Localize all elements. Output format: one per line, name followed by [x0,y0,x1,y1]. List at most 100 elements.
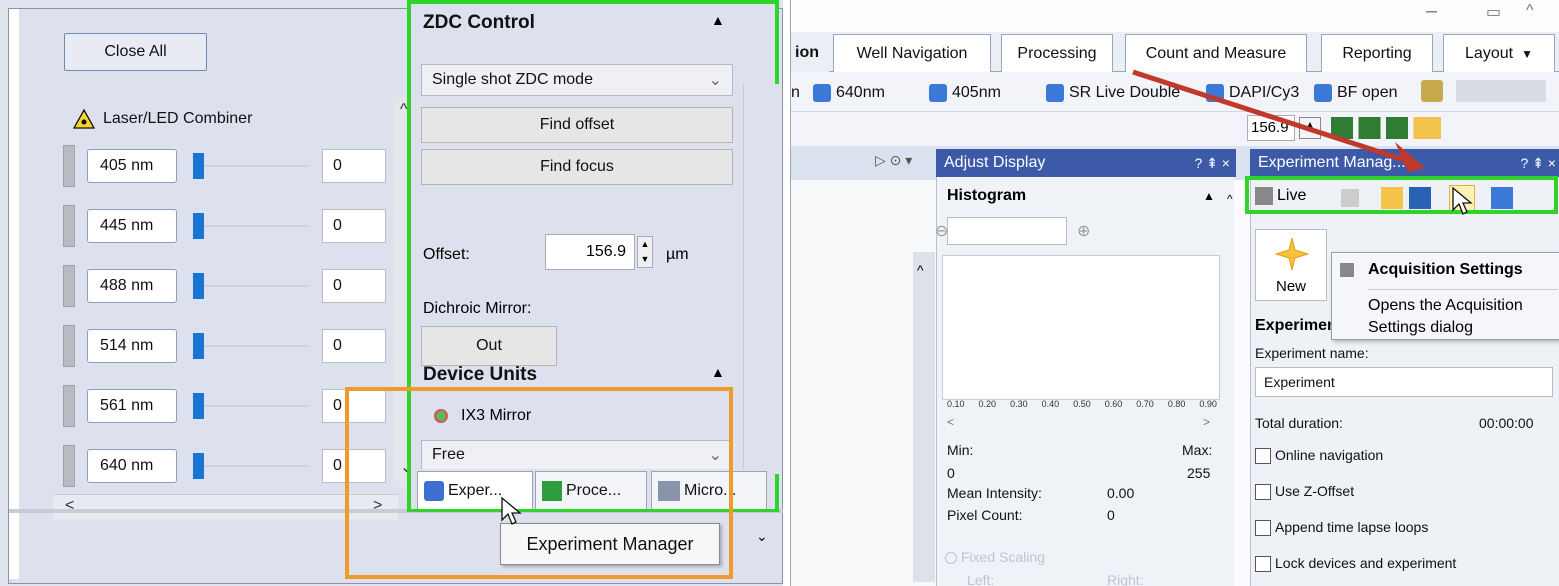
zdc-title: ZDC Control [423,12,535,33]
intensity-slider-thumb[interactable] [192,213,204,239]
histogram-tick-label: 0.90 [1199,399,1217,409]
toolbar-item-partial[interactable]: n [791,80,800,106]
experiment-manager-tooltip: Experiment Manager [500,523,720,565]
intensity-slider-track[interactable] [193,225,309,227]
zdc-mode-select[interactable]: Single shot ZDC mode ⌄ [421,64,733,96]
intensity-slider-track[interactable] [193,345,309,347]
histogram-tick-label: 0.70 [1136,399,1154,409]
intensity-slider-thumb[interactable] [192,333,204,359]
zdc-mode-value: Single shot ZDC mode [432,71,593,88]
wavelength-button[interactable]: 405 nm [87,149,177,183]
histogram-title: Histogram [947,187,1027,204]
experiment-option-checkbox[interactable]: Append time lapse loops [1255,519,1429,537]
intensity-slider-track[interactable] [193,165,309,167]
close-all-button[interactable]: Close All [64,33,207,71]
restore-icon[interactable]: ▭ [1486,2,1501,22]
collapse-up-icon[interactable]: ▲ [711,12,725,28]
experiment-option-label: Append time lapse loops [1275,519,1429,535]
intensity-slider-thumb[interactable] [192,453,204,479]
wavelength-button[interactable]: 445 nm [87,209,177,243]
left-pane-scrollbar[interactable] [913,252,935,582]
wavelength-button[interactable]: 561 nm [87,389,177,423]
scroll-down-arrow-icon[interactable]: ⌄ [756,528,768,545]
experiment-option-checkbox[interactable]: Use Z-Offset [1255,483,1354,501]
annotation-arrow-icon [1132,69,1425,172]
toolbar-item-640nm[interactable]: 640nm [813,80,885,106]
wavelength-button[interactable]: 488 nm [87,269,177,303]
experiment-option-checkbox[interactable]: Lock devices and experiment [1255,555,1456,573]
left-label: Left: [967,572,995,586]
row-handle[interactable] [63,325,75,367]
intensity-input[interactable]: 0 [322,329,386,363]
checkbox-icon[interactable] [1255,484,1271,501]
checkbox-icon[interactable] [1255,448,1271,465]
offset-input[interactable]: 156.9 [545,234,635,270]
intensity-slider-track[interactable] [193,465,309,467]
row-handle[interactable] [63,145,75,187]
tooltip-body-line1: Opens the Acquisition [1368,297,1523,314]
fixed-scaling-radio[interactable]: Fixed Scaling [945,549,1045,565]
scroll-up-arrow-icon[interactable]: ^ [917,262,924,278]
new-experiment-button[interactable]: New [1255,229,1327,301]
intensity-slider-track[interactable] [193,405,309,407]
offset-spinner[interactable]: ▲ ▼ [637,236,653,268]
dichroic-mirror-button[interactable]: Out [421,326,557,366]
intensity-input[interactable]: 0 [322,269,386,303]
tab-well-navigation[interactable]: Well Navigation [833,34,991,72]
intensity-slider-track[interactable] [193,285,309,287]
row-handle[interactable] [63,265,75,307]
laser-row: 405 nm 0 [47,145,417,189]
experiment-name-label: Experiment name: [1255,345,1369,361]
intensity-slider-thumb[interactable] [192,273,204,299]
acquisition-settings-tooltip: Acquisition Settings Opens the Acquisiti… [1331,252,1559,340]
laser-row: 445 nm 0 [47,205,417,249]
histogram-tick-label: 0.80 [1167,399,1186,409]
window-titlebar: – ▭ ^ [791,0,1559,32]
wavelength-button[interactable]: 514 nm [87,329,177,363]
max-value: 255 [1187,465,1211,481]
find-offset-button[interactable]: Find offset [421,107,733,143]
histogram-tick-label: 0.60 [1104,399,1123,409]
find-focus-button[interactable]: Find focus [421,149,733,185]
zoom-out-icon[interactable]: ⊖ [935,221,948,241]
experiment-option-checkbox[interactable]: Online navigation [1255,447,1383,465]
min-label: Min: [947,442,974,458]
zdc-scrollbar[interactable]: ⌄ [743,84,779,544]
intensity-input[interactable]: 0 [322,149,386,183]
tab-processing[interactable]: Processing [1001,34,1113,72]
checkbox-icon[interactable] [1255,556,1271,573]
checkbox-icon[interactable] [1255,520,1271,537]
histogram-tick-label: 0.30 [1010,399,1028,409]
collapse-up-icon[interactable]: ▲ [711,364,725,380]
row-handle[interactable] [63,445,75,487]
pane-controls-icon[interactable]: ? ⇞ × [1521,155,1556,172]
histogram-channel-select[interactable] [947,217,1067,245]
minimize-icon[interactable]: – [1426,0,1437,23]
min-value: 0 [947,465,955,481]
intensity-input[interactable]: 0 [322,209,386,243]
experiment-name-input[interactable]: Experiment [1255,367,1553,397]
scroll-left-arrow-icon[interactable]: < [947,415,954,429]
camera-icon [1046,84,1064,102]
new-label: New [1276,278,1307,295]
intensity-slider-thumb[interactable] [192,393,204,419]
pixel-count-value: 0 [1107,507,1115,523]
pane-menu-icon[interactable]: ▷ ⊙ ▾ [875,152,912,169]
toolbar-item-partial-label: n [791,84,800,101]
zoom-in-icon[interactable]: ⊕ [1077,221,1090,241]
tooltip-body-line2: Settings dialog [1368,319,1473,336]
histogram-tick-label: 0.20 [978,399,997,409]
right-label: Right: [1107,572,1144,586]
sun-burst-icon [1274,237,1310,271]
wavelength-button[interactable]: 640 nm [87,449,177,483]
close-window-icon[interactable]: ^ [1526,2,1534,20]
experiment-section-title: Experiment [1255,317,1343,334]
intensity-slider-thumb[interactable] [192,153,204,179]
row-handle[interactable] [63,205,75,247]
histogram-tick-label: 0.40 [1041,399,1060,409]
row-handle[interactable] [63,385,75,427]
fixed-scaling-label: Fixed Scaling [960,549,1045,565]
toolbar-item-405nm[interactable]: 405nm [929,80,1001,106]
scroll-right-arrow-icon[interactable]: > [1203,415,1210,429]
tab-acquisition[interactable]: ion [791,34,829,72]
